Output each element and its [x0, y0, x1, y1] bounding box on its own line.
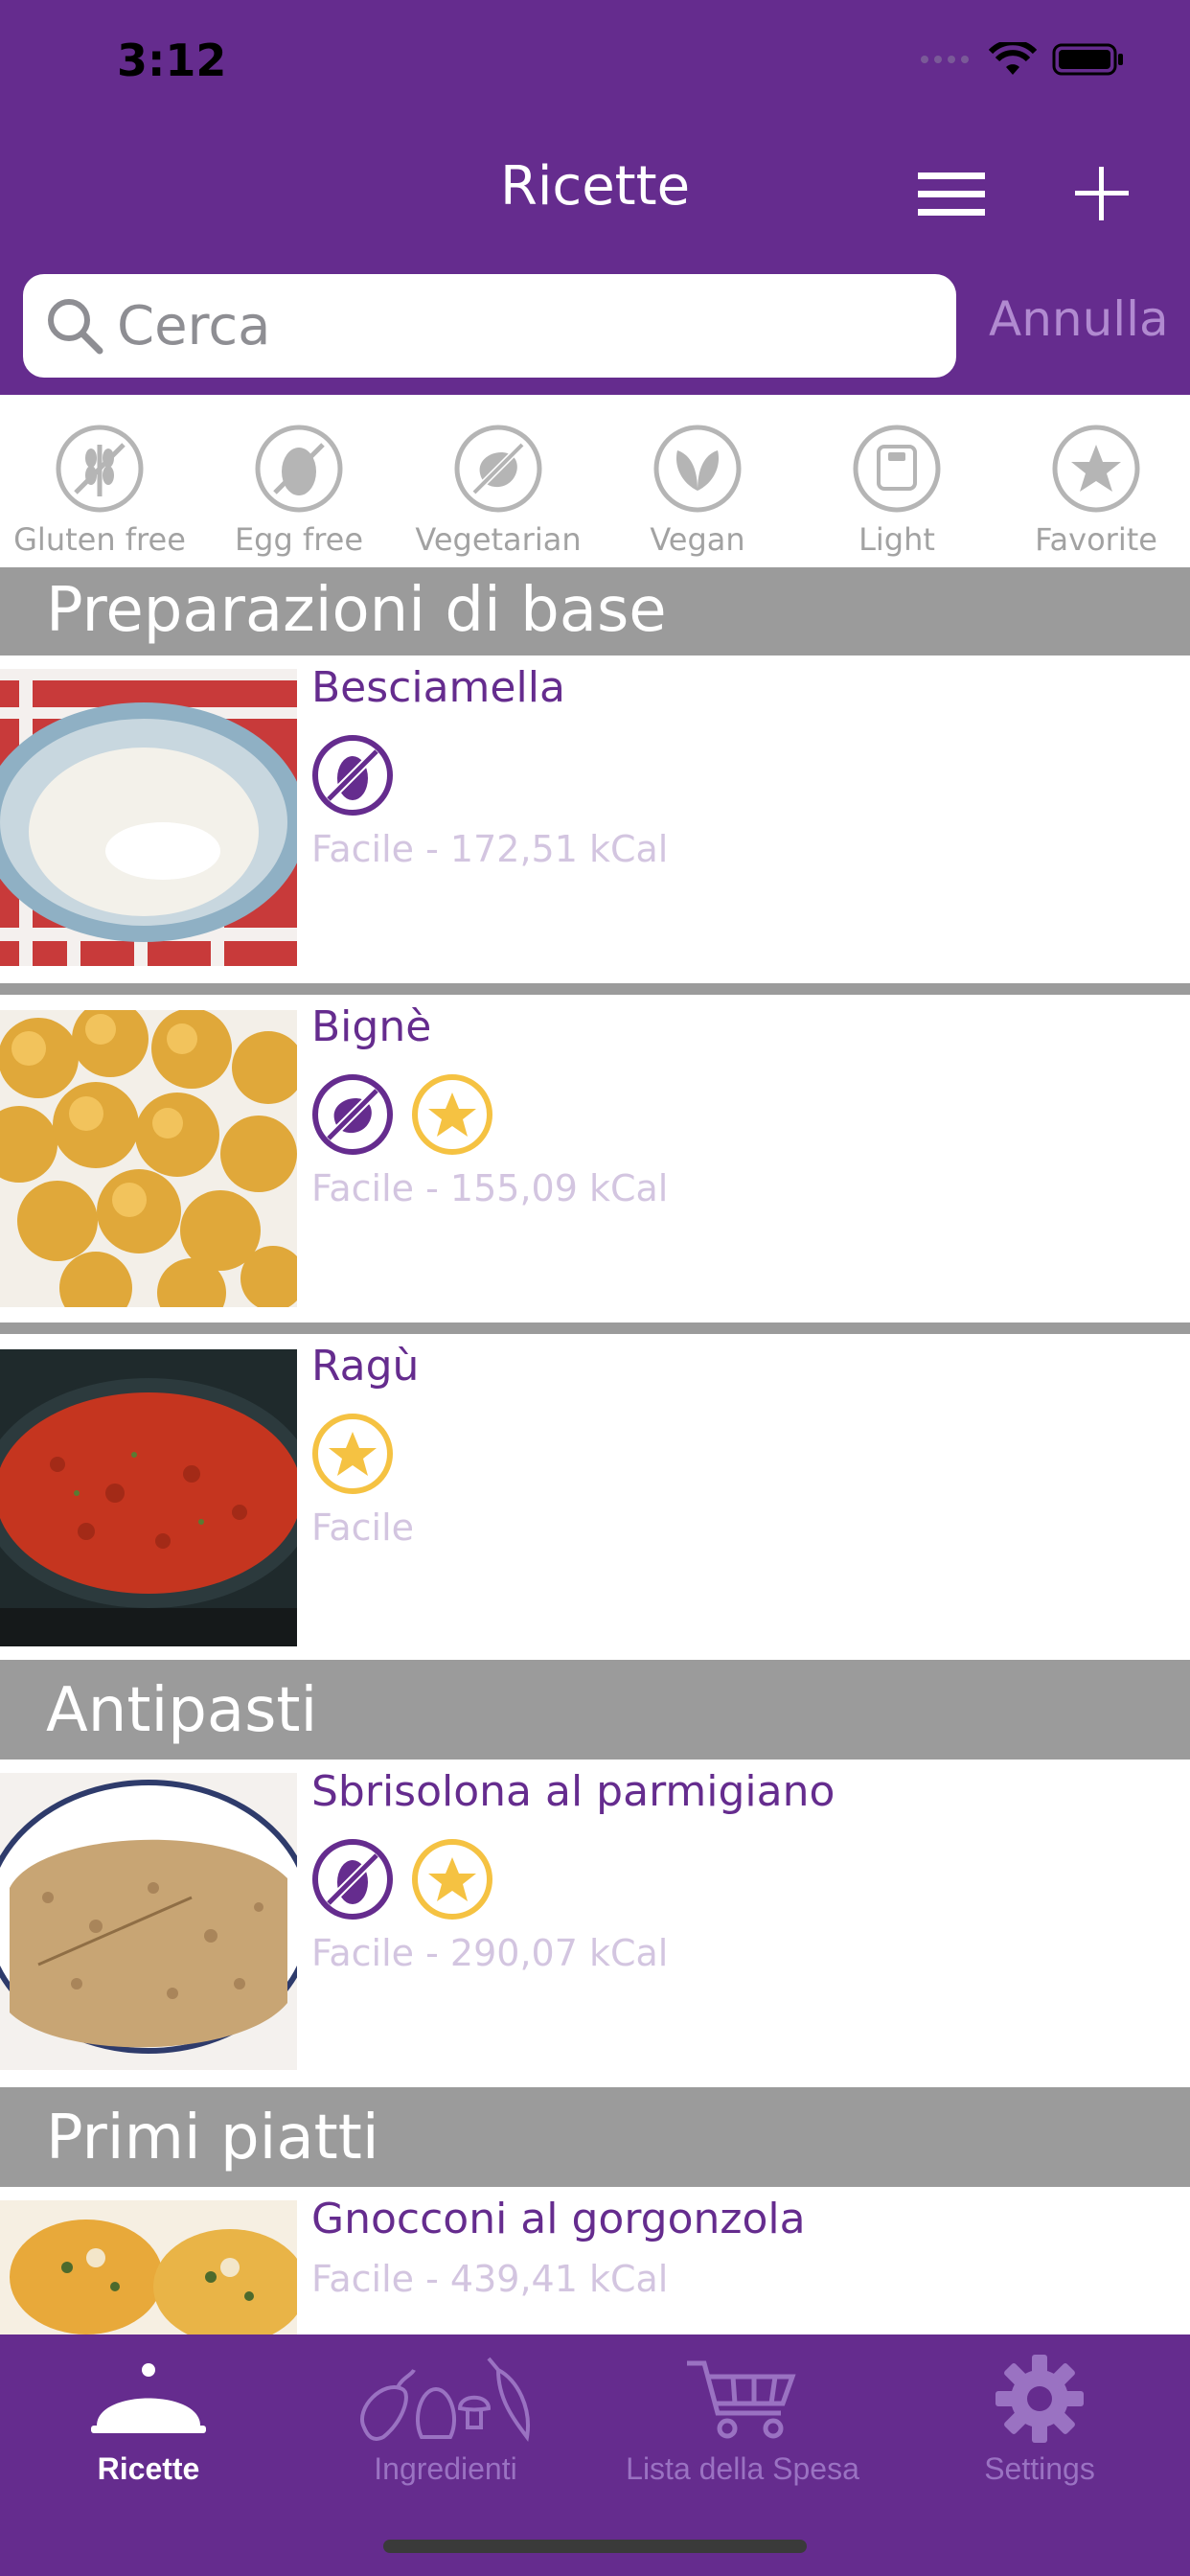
cancel-button[interactable]: Annulla [989, 291, 1169, 347]
filter-label: Light [858, 521, 935, 558]
search-bar: Annulla [0, 253, 1190, 395]
battery-icon [1052, 43, 1123, 76]
filter-label: Egg free [234, 521, 364, 558]
favorite-badge-icon [412, 1839, 492, 1920]
status-icons [920, 42, 1125, 77]
scale-icon [853, 425, 941, 513]
wifi-icon [989, 42, 1037, 75]
recipe-subtitle: Facile - 439,41 kCal [311, 2258, 669, 2300]
meat-icon [454, 425, 542, 513]
menu-button[interactable] [913, 155, 990, 232]
recipe-thumbnail [0, 2200, 297, 2334]
recipe-subtitle: Facile [311, 1506, 415, 1549]
recipe-title: Bignè [311, 1002, 432, 1051]
tab-lista-della-spesa[interactable]: Lista della Spesa [594, 2334, 891, 2496]
plus-icon [1075, 167, 1129, 220]
hamburger-icon [918, 172, 985, 216]
recipe-subtitle: Facile - 172,51 kCal [311, 828, 669, 870]
filter-egg-free[interactable]: Egg free [199, 412, 399, 558]
cloche-icon [91, 2363, 206, 2433]
section-header: Antipasti [0, 1660, 1190, 1760]
search-input[interactable] [115, 293, 943, 358]
recipe-thumbnail [0, 1010, 297, 1307]
row-divider [0, 983, 1190, 995]
recipe-title: Sbrisolona al parmigiano [311, 1767, 835, 1816]
filter-vegan[interactable]: Vegan [598, 412, 797, 558]
recipe-thumbnail [0, 669, 297, 966]
wheat-icon [56, 425, 144, 513]
recipe-subtitle: Facile - 290,07 kCal [311, 1932, 669, 1974]
recipe-row[interactable]: Besciamella Facile - 172,51 kCal [0, 656, 1190, 983]
home-indicator[interactable] [383, 2540, 807, 2553]
tab-settings[interactable]: Settings [891, 2334, 1188, 2496]
tab-label: Ingredienti [374, 2451, 517, 2486]
filter-favorite[interactable]: Favorite [996, 412, 1190, 558]
tab-ingredienti[interactable]: Ingredienti [297, 2334, 594, 2496]
recipe-badges [311, 1838, 493, 1920]
favorite-badge-icon [412, 1074, 492, 1155]
egg-icon [255, 425, 343, 513]
star-icon [1052, 425, 1140, 513]
recipe-title: Ragù [311, 1342, 420, 1391]
section-header: Primi piatti [0, 2087, 1190, 2187]
filter-light[interactable]: Light [797, 412, 996, 558]
tab-label: Ricette [97, 2451, 200, 2486]
search-icon [48, 299, 103, 355]
filter-vegetarian[interactable]: Vegetarian [399, 412, 598, 558]
leaf-icon [653, 425, 742, 513]
recipe-row[interactable]: Sbrisolona al parmigiano Facile - 290,07… [0, 1760, 1190, 2087]
status-time: 3:12 [117, 34, 227, 86]
recipe-thumbnail [0, 1349, 297, 1646]
filter-label: Vegan [650, 521, 745, 558]
filter-label: Vegetarian [415, 521, 582, 558]
vegetarian-badge-icon [312, 1074, 393, 1155]
gear-icon [995, 2355, 1084, 2443]
search-field[interactable] [23, 274, 956, 378]
filter-label: Favorite [1035, 521, 1157, 558]
recipe-subtitle: Facile - 155,09 kCal [311, 1167, 669, 1209]
egg-free-badge-icon [312, 1839, 393, 1920]
recipe-badges [311, 1413, 394, 1495]
recipe-row[interactable]: Bignè Facile - 155,09 kCal [0, 995, 1190, 1322]
recipe-title: Gnocconi al gorgonzola [311, 2195, 806, 2243]
recipe-badges [311, 734, 394, 816]
cart-icon [687, 2360, 796, 2439]
tab-ricette[interactable]: Ricette [0, 2334, 297, 2496]
filter-label: Gluten free [13, 521, 186, 558]
recipe-thumbnail [0, 1773, 297, 2070]
signal-icon [921, 56, 969, 63]
navigation-bar: Ricette [0, 126, 1190, 255]
status-bar: 3:12 [0, 0, 1190, 126]
page-title: Ricette [499, 155, 691, 218]
egg-free-badge-icon [312, 735, 393, 816]
recipe-row[interactable]: Gnocconi al gorgonzola Facile - 439,41 k… [0, 2187, 1190, 2334]
filter-bar: Gluten free Egg free Vegetarian Vegan Li… [0, 395, 1190, 567]
recipe-badges [311, 1073, 493, 1156]
tab-label: Settings [984, 2451, 1095, 2486]
favorite-badge-icon [312, 1414, 393, 1494]
add-recipe-button[interactable] [1064, 155, 1140, 232]
filter-gluten-free[interactable]: Gluten free [0, 412, 199, 558]
tab-label: Lista della Spesa [626, 2451, 859, 2486]
recipe-row[interactable]: Ragù Facile [0, 1334, 1190, 1660]
vegetables-icon [360, 2357, 530, 2442]
section-header: Preparazioni di base [0, 567, 1190, 656]
recipe-title: Besciamella [311, 663, 565, 712]
row-divider [0, 1322, 1190, 1334]
